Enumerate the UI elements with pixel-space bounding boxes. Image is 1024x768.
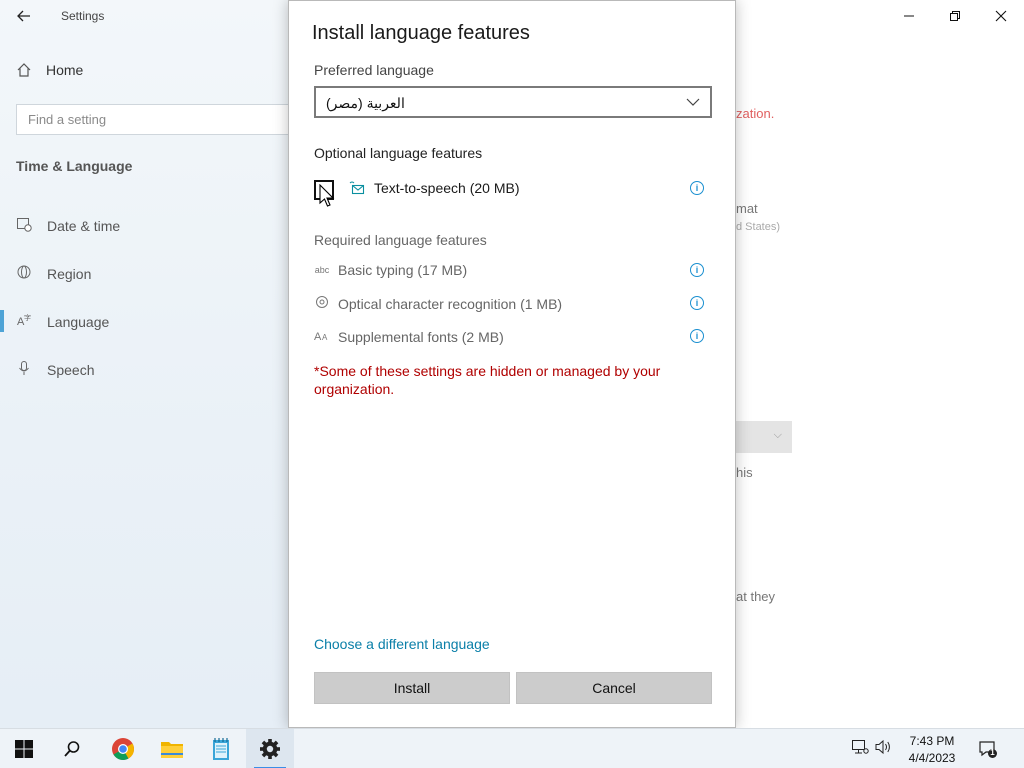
notepad-taskbar-button[interactable] xyxy=(197,729,245,768)
choose-different-language-link[interactable]: Choose a different language xyxy=(314,636,490,652)
restore-button[interactable] xyxy=(932,0,978,32)
required-feature-label: Supplemental fonts (2 MB) xyxy=(338,328,504,345)
sidebar-item-language[interactable]: A字 Language xyxy=(16,312,109,331)
svg-text:字: 字 xyxy=(24,313,31,322)
globe-icon xyxy=(16,264,32,283)
abc-icon: abc xyxy=(314,265,330,275)
cancel-button[interactable]: Cancel xyxy=(516,672,712,704)
dialog-title: Install language features xyxy=(312,22,530,44)
clock-date: 4/4/2023 xyxy=(908,751,956,765)
folder-icon xyxy=(161,742,183,758)
home-icon xyxy=(17,63,31,77)
svg-text:A: A xyxy=(314,331,322,342)
windows-logo-icon xyxy=(15,740,33,758)
nav-active-indicator xyxy=(0,310,4,332)
notification-center-button[interactable]: 1 xyxy=(978,739,998,759)
chevron-down-icon xyxy=(686,92,700,117)
taskbar: 7:43 PM 4/4/2023 1 xyxy=(0,728,1024,768)
minimize-icon xyxy=(904,15,914,17)
sidebar-item-speech[interactable]: Speech xyxy=(16,360,94,379)
volume-icon[interactable] xyxy=(875,739,893,758)
background-org-text: zation. xyxy=(736,106,775,121)
background-format-text: mat xyxy=(736,201,758,216)
sidebar-item-label: Region xyxy=(47,265,92,282)
gear-icon xyxy=(260,739,280,759)
sidebar-item-date-time[interactable]: Date & time xyxy=(16,216,120,235)
microphone-icon xyxy=(16,360,32,379)
font-icon: AA xyxy=(314,328,330,345)
notification-count: 1 xyxy=(990,748,995,757)
preferred-language-select[interactable]: العربية (مصر) xyxy=(314,86,712,118)
file-explorer-taskbar-button[interactable] xyxy=(148,729,196,768)
info-icon[interactable]: i xyxy=(690,296,704,310)
background-region-text: d States) xyxy=(736,221,781,233)
search-icon xyxy=(64,741,80,757)
info-icon[interactable]: i xyxy=(690,181,704,195)
minimize-button[interactable] xyxy=(886,0,932,32)
sidebar-item-label: Speech xyxy=(47,361,95,378)
back-button[interactable] xyxy=(8,2,40,30)
start-button[interactable] xyxy=(0,729,48,768)
optional-features-label: Optional language features xyxy=(314,145,483,161)
close-button[interactable] xyxy=(978,0,1024,32)
ocr-icon xyxy=(314,295,330,312)
preferred-language-value: العربية (مصر) xyxy=(326,95,405,111)
info-icon[interactable]: i xyxy=(690,329,704,343)
search-button[interactable] xyxy=(48,729,96,768)
background-this-text: his xyxy=(736,465,753,480)
tts-label: Text-to-speech (20 MB) xyxy=(374,180,520,196)
clock-time: 7:43 PM xyxy=(909,734,955,748)
search-box[interactable] xyxy=(16,104,306,135)
search-input[interactable] xyxy=(17,105,305,134)
required-features-label: Required language features xyxy=(314,232,487,248)
notepad-icon xyxy=(213,738,229,760)
background-they-text: at they xyxy=(736,589,776,604)
info-icon[interactable]: i xyxy=(690,263,704,277)
settings-taskbar-button[interactable] xyxy=(246,729,294,768)
sidebar-item-label: Language xyxy=(47,313,110,330)
mouse-cursor-icon xyxy=(319,184,335,207)
app-title: Settings xyxy=(61,9,105,23)
optional-feature-tts[interactable]: Text-to-speech (20 MB) xyxy=(349,180,520,196)
speech-icon xyxy=(349,180,365,196)
network-icon[interactable] xyxy=(851,739,869,758)
restore-icon xyxy=(950,11,960,21)
back-arrow-icon xyxy=(17,10,30,22)
sidebar-item-label: Date & time xyxy=(47,217,121,234)
nav-home-label: Home xyxy=(46,62,84,78)
required-feature-basic-typing: abc Basic typing (17 MB) xyxy=(314,262,467,278)
chrome-icon xyxy=(112,738,134,760)
nav-home[interactable]: Home xyxy=(16,62,83,78)
managed-settings-warning: *Some of these settings are hidden or ma… xyxy=(314,363,661,397)
chrome-taskbar-button[interactable] xyxy=(99,729,147,768)
sidebar-item-region[interactable]: Region xyxy=(16,264,91,283)
background-dropdown[interactable]: ⌵ xyxy=(735,421,792,453)
required-feature-fonts: AA Supplemental fonts (2 MB) xyxy=(314,328,504,345)
section-title: Time & Language xyxy=(16,158,133,174)
close-icon xyxy=(995,10,1007,22)
install-button[interactable]: Install xyxy=(314,672,510,704)
required-feature-ocr: Optical character recognition (1 MB) xyxy=(314,295,562,312)
calendar-clock-icon xyxy=(16,216,32,235)
language-icon: A字 xyxy=(16,312,32,331)
preferred-language-label: Preferred language xyxy=(314,62,434,78)
install-language-dialog: Install language features Preferred lang… xyxy=(288,0,736,728)
svg-text:A: A xyxy=(322,333,328,342)
taskbar-clock[interactable]: 7:43 PM 4/4/2023 xyxy=(900,733,964,767)
required-feature-label: Basic typing (17 MB) xyxy=(338,262,468,278)
chevron-down-icon: ⌵ xyxy=(773,429,782,441)
required-feature-label: Optical character recognition (1 MB) xyxy=(338,295,563,312)
